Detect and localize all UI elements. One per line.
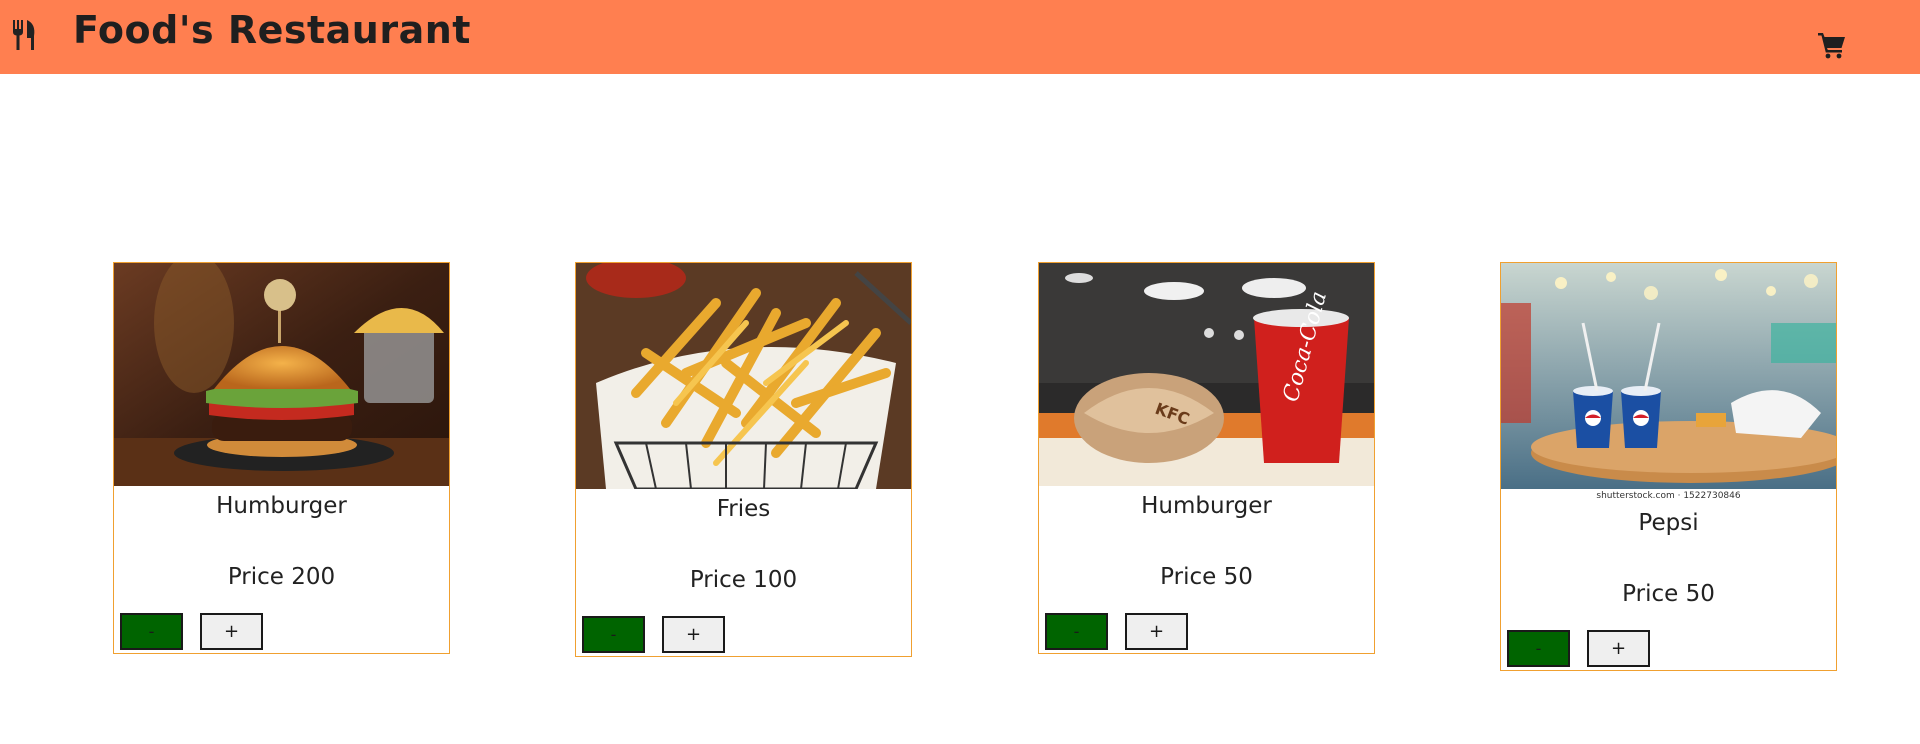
decrease-quantity-button[interactable]: - (582, 616, 645, 653)
burger-photo (114, 263, 449, 486)
product-price: Price 100 (689, 567, 798, 593)
product-card: Humburger Price 200 - + (113, 262, 450, 654)
increase-quantity-button[interactable]: + (200, 613, 263, 650)
kfc-meal-photo: KFC Coca-Cola (1039, 263, 1374, 486)
page-title: Food's Restaurant (73, 8, 471, 52)
decrease-quantity-button[interactable]: - (1507, 630, 1570, 667)
product-card: Fries Price 100 - + (575, 262, 912, 657)
utensils-icon (13, 20, 35, 50)
product-name: Humburger (216, 493, 347, 519)
product-price: Price 50 (1622, 581, 1715, 607)
pepsi-photo: shutterstock.com · 1522730846 (1501, 263, 1836, 503)
product-name: Humburger (1141, 493, 1272, 519)
product-card: shutterstock.com · 1522730846 Pepsi Pric… (1500, 262, 1837, 671)
navbar: Food's Restaurant (0, 0, 1920, 74)
product-name: Fries (716, 496, 771, 522)
increase-quantity-button[interactable]: + (1125, 613, 1188, 650)
product-price: Price 50 (1160, 564, 1253, 590)
fries-photo (576, 263, 911, 489)
product-price: Price 200 (227, 564, 336, 590)
decrease-quantity-button[interactable]: - (120, 613, 183, 650)
decrease-quantity-button[interactable]: - (1045, 613, 1108, 650)
shopping-cart-icon[interactable] (1817, 30, 1847, 60)
product-card: KFC Coca-Cola Humburger Price 50 - + (1038, 262, 1375, 654)
increase-quantity-button[interactable]: + (1587, 630, 1650, 667)
increase-quantity-button[interactable]: + (662, 616, 725, 653)
product-name: Pepsi (1638, 510, 1699, 536)
image-watermark: shutterstock.com · 1522730846 (1596, 491, 1741, 501)
